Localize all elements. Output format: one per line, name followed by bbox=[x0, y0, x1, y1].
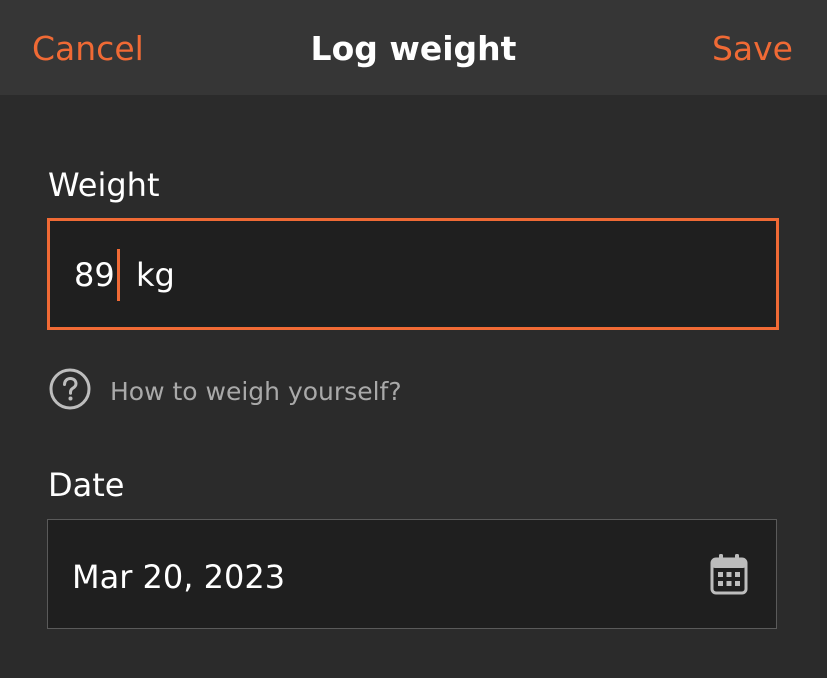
weight-unit: kg bbox=[136, 256, 175, 294]
date-picker-field[interactable]: Mar 20, 2023 bbox=[47, 519, 777, 629]
weight-value: 89 bbox=[74, 256, 115, 294]
weight-label: Weight bbox=[48, 166, 160, 204]
cancel-button[interactable]: Cancel bbox=[32, 28, 144, 70]
save-button[interactable]: Save bbox=[712, 28, 793, 70]
help-link-label: How to weigh yourself? bbox=[110, 377, 402, 406]
header-bar: Cancel Log weight Save bbox=[0, 0, 827, 95]
weight-input[interactable]: 89 kg bbox=[47, 218, 779, 330]
text-caret bbox=[117, 249, 120, 301]
date-label: Date bbox=[48, 466, 125, 504]
question-circle-icon bbox=[49, 368, 91, 410]
help-link[interactable]: How to weigh yourself? bbox=[48, 366, 402, 412]
date-value: Mar 20, 2023 bbox=[72, 558, 286, 596]
calendar-icon[interactable] bbox=[710, 553, 748, 595]
